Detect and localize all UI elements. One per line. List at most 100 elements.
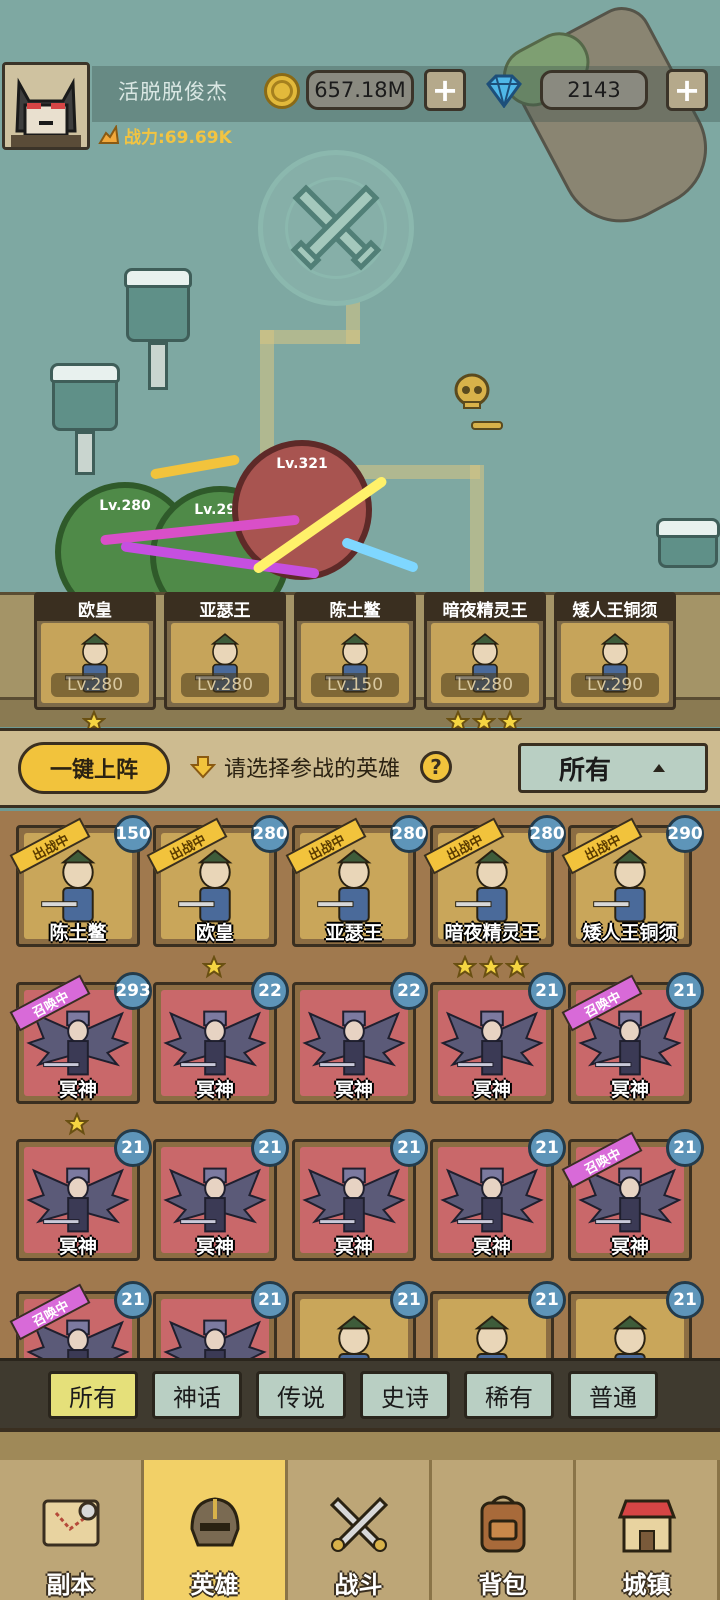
hero-card[interactable]: 冥神 21 [430, 1129, 566, 1261]
rarity-tab[interactable]: 普通 [568, 1371, 658, 1419]
hero-card[interactable]: 欧皇 出战中 280 [146, 815, 289, 947]
star-icon [505, 955, 529, 979]
hero-card[interactable]: 冥神 21 [430, 972, 566, 1104]
add-gems-button[interactable]: + [666, 69, 708, 111]
add-gold-button[interactable]: + [424, 69, 466, 111]
crossed-swords-icon [324, 1489, 394, 1559]
team-slot[interactable]: 欧皇 Lv.280 [34, 592, 156, 710]
hero-name: 亚瑟王 [325, 922, 383, 944]
hero-level-badge: 21 [666, 1281, 704, 1319]
hero-level-badge: 21 [251, 1129, 289, 1167]
gold-coin-icon [264, 73, 300, 109]
nav-tab-5[interactable]: 城镇 [576, 1460, 720, 1600]
team-slot[interactable]: 亚瑟王 Lv.280 [164, 592, 286, 710]
team-slot[interactable]: 矮人王铜须 Lv.290 [554, 592, 676, 710]
map-path [346, 300, 360, 344]
hero-level-badge: 280 [528, 815, 566, 853]
star-icon [479, 955, 503, 979]
nav-tab-1[interactable]: 副本 [0, 1460, 144, 1600]
team-slot[interactable]: 陈土鳖 Lv.150 [294, 592, 416, 710]
hero-card[interactable]: 亚瑟王 出战中 280 [285, 815, 428, 947]
hero-name: 欧皇 [195, 922, 234, 944]
hero-name: 冥神 [610, 1236, 649, 1258]
hero-name: 冥神 [334, 1236, 373, 1258]
map-path [470, 465, 484, 595]
nav-tab-label: 战斗 [334, 1571, 383, 1599]
rarity-tab[interactable]: 稀有 [464, 1371, 554, 1419]
hero-name: 冥神 [334, 1079, 373, 1101]
team-slot-name: 陈土鳖 [297, 595, 413, 621]
hero-card[interactable]: 冥神 22 [153, 972, 289, 1104]
star-rating [453, 955, 529, 979]
star-icon [453, 955, 477, 979]
team-slot-name: 欧皇 [37, 595, 153, 621]
hero-card[interactable]: 冥神 召唤中 21 [561, 972, 704, 1104]
diamond-icon [484, 74, 524, 110]
hero-select-header: 一键上阵 请选择参战的英雄 ? 所有 [0, 728, 720, 808]
nav-tab-label: 城镇 [622, 1571, 671, 1599]
star-rating [65, 1112, 89, 1136]
hero-level-badge: 21 [390, 1281, 428, 1319]
hero-level-badge: 150 [114, 815, 152, 853]
bottom-nav: 副本 英雄 战斗 背包 城镇 [0, 1428, 720, 1600]
avatar[interactable] [2, 62, 90, 150]
backpack-icon [468, 1489, 538, 1559]
auto-deploy-button[interactable]: 一键上阵 [18, 742, 170, 794]
team-slot-level: Lv.290 [571, 673, 659, 697]
nav-tab-2[interactable]: 英雄 [144, 1460, 288, 1600]
nav-tab-3[interactable]: 战斗 [288, 1460, 432, 1600]
team-slot-portrait: Lv.150 [301, 623, 409, 703]
combat-power-label: 战力:69.69K [124, 127, 232, 148]
hero-level-badge: 290 [666, 815, 704, 853]
snow-tree-decoration [50, 363, 120, 475]
hero-card[interactable]: 矮人王铜须 出战中 290 [561, 815, 704, 947]
hero-level-badge: 21 [390, 1129, 428, 1167]
snow-tree-decoration [124, 268, 192, 390]
team-slot-portrait: Lv.280 [41, 623, 149, 703]
help-icon[interactable]: ? [420, 751, 453, 783]
hero-level-badge: 21 [666, 972, 704, 1010]
hero-card[interactable]: 冥神 21 [292, 1129, 428, 1261]
combat-power: 战力:69.69K [98, 122, 232, 148]
hero-level-badge: 21 [251, 1281, 289, 1319]
team-slot-level: Lv.150 [311, 673, 399, 697]
ally-level-label: Lv.280 [99, 498, 151, 514]
hero-name: 冥神 [195, 1079, 234, 1101]
team-slot-name: 暗夜精灵王 [427, 595, 543, 621]
battle-emblem[interactable] [258, 150, 414, 306]
star-icon [65, 1112, 89, 1136]
snow-tree-decoration [656, 518, 720, 600]
hero-card[interactable]: 冥神 召唤中 21 [561, 1129, 704, 1261]
hero-name: 冥神 [58, 1236, 97, 1258]
hero-card[interactable]: 冥神 21 [16, 1129, 152, 1261]
nav-tab-4[interactable]: 背包 [432, 1460, 576, 1600]
gem-amount: 2143 [540, 70, 648, 110]
rarity-tab[interactable]: 神话 [152, 1371, 242, 1419]
hero-card[interactable]: 冥神 22 [292, 972, 428, 1104]
team-slot[interactable]: 暗夜精灵王 Lv.280 [424, 592, 546, 710]
team-slot-level: Lv.280 [51, 673, 139, 697]
hero-level-badge: 21 [528, 1281, 566, 1319]
hero-level-badge: 21 [528, 972, 566, 1010]
triangle-up-icon [653, 764, 665, 772]
rarity-tab[interactable]: 史诗 [360, 1371, 450, 1419]
hero-name: 冥神 [472, 1236, 511, 1258]
map-icon [36, 1489, 106, 1559]
hero-card[interactable]: 冥神 21 [153, 1129, 289, 1261]
hero-card[interactable]: 陈土鳖 出战中 150 [9, 815, 152, 947]
attack-effect [149, 454, 241, 480]
hero-grid: 陈土鳖 出战中 150 欧皇 出战中 280 亚瑟王 出战中 280 暗夜精灵王 出战中 280 矮人王… [0, 811, 720, 1385]
team-slot-portrait: Lv.290 [561, 623, 669, 703]
hero-card[interactable]: 冥神 召唤中 293 [9, 972, 152, 1104]
hero-card[interactable]: 暗夜精灵王 出战中 280 [423, 815, 566, 947]
rarity-filter-bar: 所有 神话 传说 史诗 稀有 普通 [0, 1358, 720, 1428]
enemy-level-label: Lv.321 [276, 456, 328, 472]
rarity-tab[interactable]: 所有 [48, 1371, 138, 1419]
arrow-down-icon [190, 756, 216, 779]
hero-level-badge: 280 [251, 815, 289, 853]
helmet-icon [180, 1489, 250, 1559]
hero-filter-dropdown[interactable]: 所有 [518, 743, 708, 793]
rarity-tab[interactable]: 传说 [256, 1371, 346, 1419]
team-slot-portrait: Lv.280 [431, 623, 539, 703]
hero-level-badge: 21 [666, 1129, 704, 1167]
